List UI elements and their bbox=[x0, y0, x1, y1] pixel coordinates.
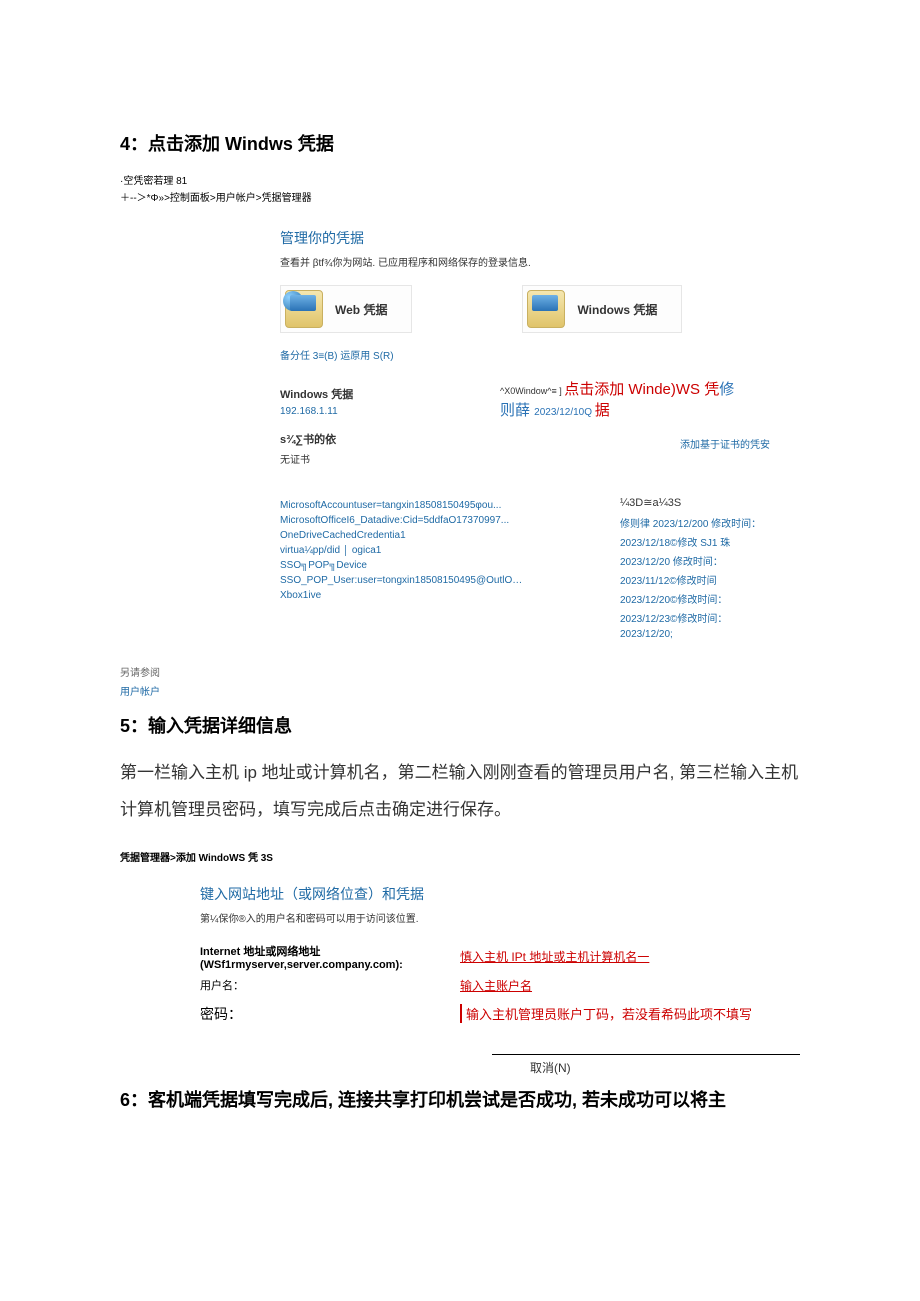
step5-title: 5：输入凭据详细信息 bbox=[120, 712, 800, 738]
dates-header: ¼3D≅a¼3S bbox=[620, 496, 800, 509]
manage-sub: 查看并 βtf¾你为网站. 已应用程序和网络保存的登录信息. bbox=[280, 254, 800, 269]
cert-note: s¾∑书的依 bbox=[280, 431, 490, 447]
addr-label: Internet 地址或网络地址 (WSf1rmyserver,server.c… bbox=[200, 943, 460, 971]
cred-item[interactable]: MicrosoftAccountuser=tangxin18508150495φ… bbox=[280, 500, 580, 511]
refs-link[interactable]: 用户帐户 bbox=[120, 683, 800, 698]
cred-item[interactable]: MicrosoftOfficeI6_Datadive:Cid=5ddfaO173… bbox=[280, 515, 580, 526]
web-cred-label: Web 凭据 bbox=[335, 301, 387, 318]
ip-entry[interactable]: 192.168.1.11 bbox=[280, 406, 490, 417]
cancel-button[interactable]: 取消(N) bbox=[492, 1054, 800, 1076]
cred-item[interactable]: SSO_POP_User:user=tongxin18508150495@Out… bbox=[280, 575, 580, 586]
pw-input[interactable]: 输入主机管理员账户丁码，若没看希码此项不填写 bbox=[460, 1004, 752, 1023]
cred-item[interactable]: virtua¼pp/did │ ogica1 bbox=[280, 545, 580, 556]
date-row: 2023/12/20; bbox=[620, 629, 800, 640]
annotation-line2: 则薛 2023/12/10Q 据 bbox=[500, 399, 800, 420]
no-cert: 无证书 bbox=[280, 451, 490, 466]
date-row: 2023/11/12©修改时间 bbox=[620, 572, 800, 587]
step4-breadcrumb: ＋--＞*Φ»>控制面板>用户帐户>凭据管理器 bbox=[120, 189, 800, 204]
date-row: 2023/12/20©修改时间： bbox=[620, 591, 800, 606]
web-cred-tile[interactable]: Web 凭据 bbox=[280, 285, 412, 333]
step4-note: ·空凭密若理 81 bbox=[120, 172, 800, 187]
step5-breadcrumb: 凭据管理器>添加 WindoWS 凭 3S bbox=[120, 849, 800, 864]
addr-input[interactable]: 慎入主机 IPt 地址或主机计算机名一 bbox=[460, 948, 649, 965]
user-label: 用户名： bbox=[200, 977, 460, 993]
windows-cred-label: Windows 凭据 bbox=[577, 301, 657, 318]
windows-cred-tile[interactable]: Windows 凭据 bbox=[522, 285, 682, 333]
step4-title: 4：点击添加 Windws 凭据 bbox=[120, 130, 800, 156]
form-title: 键入网站地址（或网络位查）和凭据 bbox=[200, 884, 800, 904]
annotation-line1: ^X0Window^≡ ] 点击添加 Winde)WS 凭修 bbox=[500, 378, 800, 399]
backup-restore-link[interactable]: 备分任 3≡(B) 运原用 S(R) bbox=[280, 347, 800, 362]
web-cred-icon bbox=[285, 290, 323, 328]
manage-title: 管理你的凭据 bbox=[280, 228, 800, 248]
pw-label: 密码： bbox=[200, 1004, 460, 1024]
cred-item[interactable]: SSO╗POP╗Device bbox=[280, 560, 580, 571]
date-row: 2023/12/18©修改 SJ1 珠 bbox=[620, 534, 800, 549]
windows-cred-icon bbox=[527, 290, 565, 328]
user-input[interactable]: 输入主账户名 bbox=[460, 977, 532, 994]
refs-title: 另请参阅 bbox=[120, 668, 160, 679]
step5-body: 第一栏输入主机 ip 地址或计算机名，第二栏输入刚刚查看的管理员用户名, 第三栏… bbox=[120, 754, 800, 829]
date-row: 2023/12/23©修改时间： bbox=[620, 610, 800, 625]
add-cert-link[interactable]: 添加基于证书的凭安 bbox=[500, 436, 800, 451]
date-row: 修则律 2023/12/200 修改时间： bbox=[620, 515, 800, 530]
date-row: 2023/12/20 修改时间： bbox=[620, 553, 800, 568]
cred-item[interactable]: OneDriveCachedCredentia1 bbox=[280, 530, 580, 541]
win-cred-header: Windows 凭据 bbox=[280, 386, 490, 402]
step6-title: 6：客机端凭据填写完成后, 连接共享打印机尝试是否成功, 若未成功可以将主 bbox=[120, 1086, 800, 1112]
form-sub: 第¼保你®入的用户名和密码可以用于访问该位置. bbox=[200, 910, 800, 925]
cred-item[interactable]: Xbox1ive bbox=[280, 590, 580, 601]
